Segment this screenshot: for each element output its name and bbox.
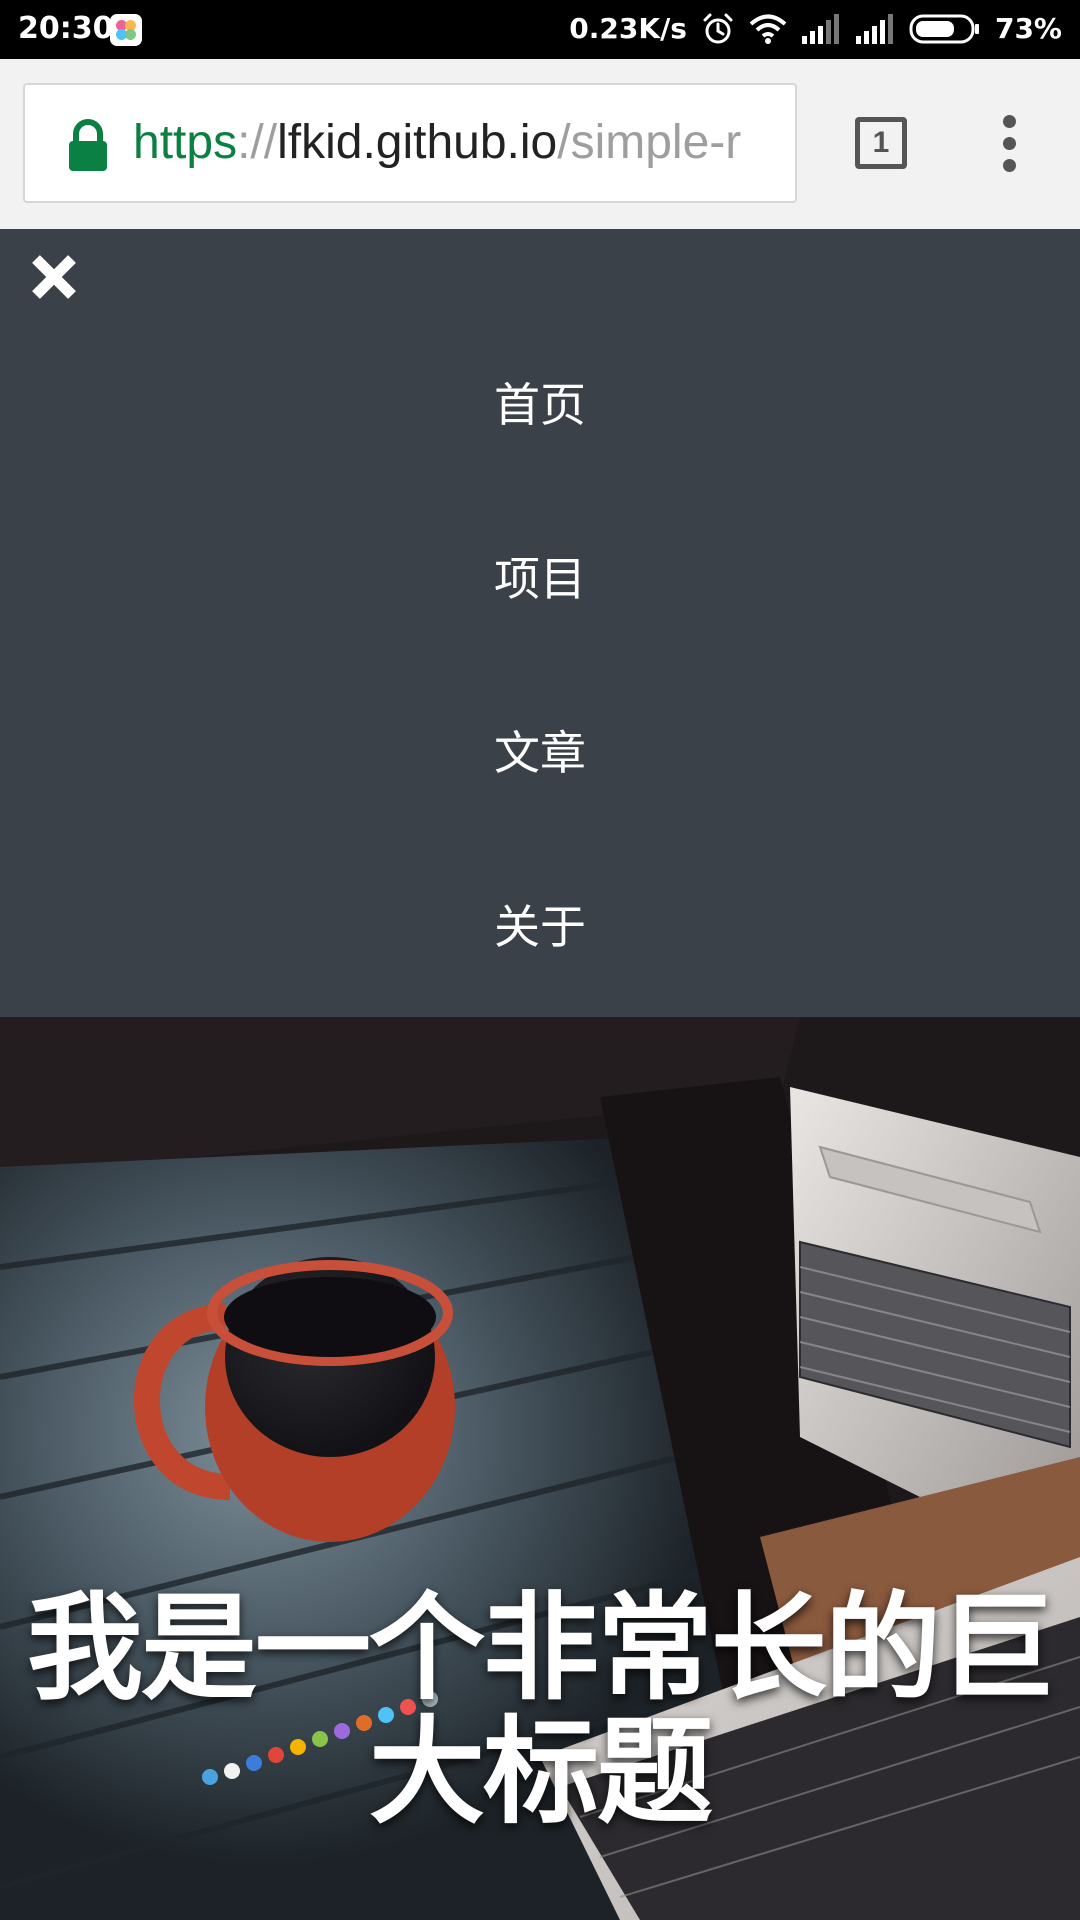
lock-icon [69,119,107,171]
close-icon[interactable] [28,251,80,303]
signal-icon [801,14,839,44]
nav-item-projects[interactable]: 项目 [0,529,1080,629]
wifi-icon [749,14,787,44]
nav-item-about[interactable]: 关于 [0,877,1080,977]
app-notification-icon [110,14,142,46]
browser-toolbar: https://lfkid.github.io/simple-r 1 [0,59,1080,229]
hero-banner: 我是一个非常长的巨大标题 [0,1017,1080,1920]
url-scheme: https [133,116,238,169]
nav-item-articles[interactable]: 文章 [0,703,1080,803]
url-text[interactable]: https://lfkid.github.io/simple-r [133,85,741,201]
url-host: lfkid.github.io [277,116,558,169]
signal-icon [855,14,893,44]
hero-title: 我是一个非常长的巨大标题 [27,1581,1055,1840]
nav-menu: 首页 项目 文章 关于 [0,229,1080,1017]
url-path: /simple-r [557,116,742,169]
alarm-icon [703,13,733,44]
tab-switcher-button[interactable]: 1 [855,117,907,169]
battery-icon [909,14,979,44]
network-speed: 0.23K/s [569,12,687,45]
battery-percent: 73% [994,12,1062,45]
status-indicators: 0.23K/s 73% [569,10,1062,48]
status-time: 20:30 [18,11,114,46]
address-bar[interactable]: https://lfkid.github.io/simple-r [23,83,797,203]
url-separator: :// [237,116,278,169]
nav-item-home[interactable]: 首页 [0,355,1080,455]
overflow-menu-icon[interactable] [990,115,1030,173]
status-bar: 20:30 0.23K/s 73% [0,0,1080,59]
page: 20:30 0.23K/s 73% https://lfkid.github.i… [0,0,1080,1920]
